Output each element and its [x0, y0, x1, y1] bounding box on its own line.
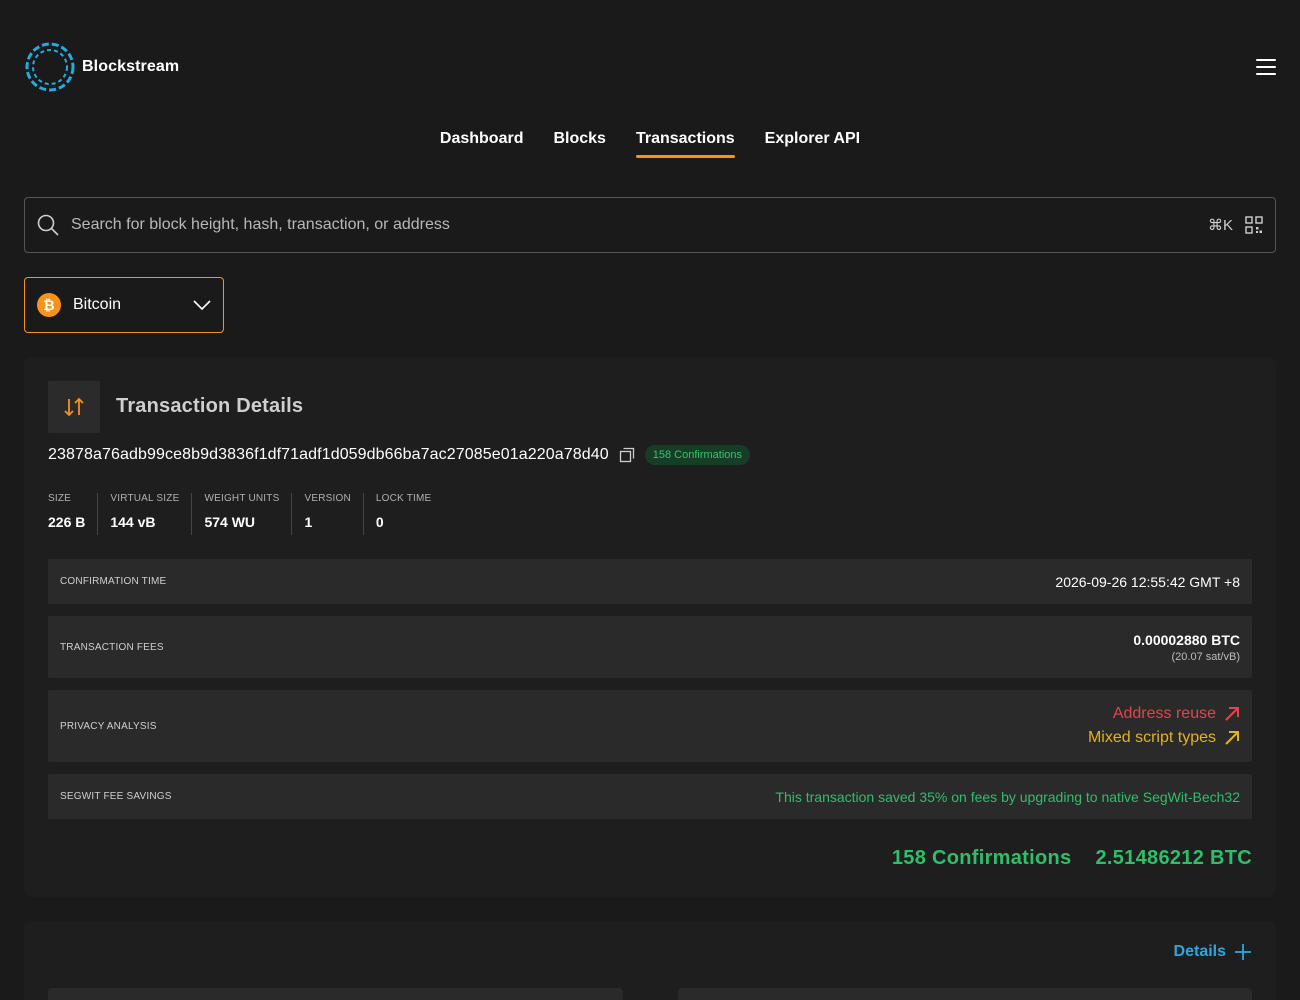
privacy-analysis-items: Address reuse Mixed script types [1088, 705, 1240, 747]
transaction-title: Transaction Details [116, 395, 304, 417]
stat-size: SIZE 226 B [48, 493, 97, 535]
segwit-savings-value: This transaction saved 35% on fees by up… [775, 788, 1240, 805]
keyboard-shortcut: ⌘K [1207, 217, 1233, 234]
stat-label: SIZE [48, 493, 72, 504]
confirmation-time-label: CONFIRMATION TIME [60, 576, 167, 587]
details-label: Details [1173, 943, 1226, 960]
brand-logo[interactable]: Blockstream [24, 41, 179, 93]
stat-value: 144 vB [110, 514, 156, 530]
summary-confirmations: 158 Confirmations [891, 847, 1072, 869]
stat-value: 226 B [48, 514, 86, 530]
stat-label: LOCK TIME [375, 493, 432, 504]
stat-weight-units: WEIGHT UNITS 574 WU [191, 493, 291, 535]
transaction-id: 23878a76adb99ce8b9d3836f1df71adf1d059db6… [48, 446, 609, 463]
stat-label: WEIGHT UNITS [204, 493, 280, 504]
summary-amount: 2.51486212 BTC [1095, 847, 1252, 869]
nav-blocks[interactable]: Blocks [553, 130, 605, 158]
privacy-analysis-row: PRIVACY ANALYSIS Address reuse Mixed scr… [48, 690, 1252, 762]
transaction-stats: SIZE 226 B VIRTUAL SIZE 144 vB WEIGHT UN… [48, 493, 443, 535]
brand-name: Blockstream [82, 58, 180, 75]
transaction-fees-row: TRANSACTION FEES 0.00002880 BTC (20.07 s… [48, 616, 1252, 678]
stat-value: 574 WU [204, 514, 256, 530]
stat-virtual-size: VIRTUAL SIZE 144 vB [97, 493, 191, 535]
stat-label: VIRTUAL SIZE [110, 493, 180, 504]
transaction-fees-label: TRANSACTION FEES [60, 641, 164, 653]
blockstream-logo-icon [25, 42, 75, 92]
inputs-outputs-card: Details [24, 921, 1276, 1000]
main-nav: Dashboard Blocks Transactions Explorer A… [0, 130, 1300, 158]
transfer-arrows-icon [64, 397, 84, 417]
bitcoin-icon: ₿ [37, 293, 61, 317]
transaction-fees-value-group: 0.00002880 BTC (20.07 sat/vB) [1133, 632, 1240, 663]
privacy-item-label: Mixed script types [1087, 729, 1216, 746]
privacy-analysis-label: PRIVACY ANALYSIS [60, 720, 157, 732]
network-select[interactable]: ₿ Bitcoin [24, 277, 224, 333]
plus-icon [1235, 944, 1251, 960]
confirmations-badge: 158 Confirmations [644, 445, 751, 465]
chevron-down-icon [193, 300, 211, 310]
confirmation-time-value: 2026-09-26 12:55:42 GMT +8 [1055, 573, 1240, 590]
transaction-details-card: Transaction Details 23878a76adb99ce8b9d3… [24, 357, 1276, 897]
privacy-item-label: Address reuse [1112, 705, 1216, 722]
stat-version: VERSION 1 [291, 493, 362, 535]
header: Blockstream [24, 41, 1276, 93]
copy-icon[interactable] [619, 447, 635, 463]
inputs-panel [48, 988, 623, 1000]
external-arrow-icon [1225, 731, 1239, 745]
segwit-savings-row: SEGWIT FEE SAVINGS This transaction save… [48, 774, 1252, 819]
segwit-savings-label: SEGWIT FEE SAVINGS [60, 791, 172, 802]
search-icon [37, 214, 59, 236]
search-bar: ⌘K [24, 197, 1276, 253]
confirmation-time-row: CONFIRMATION TIME 2026-09-26 12:55:42 GM… [48, 559, 1252, 604]
transaction-fee-rate: (20.07 sat/vB) [1171, 650, 1240, 663]
transaction-icon-box [48, 381, 100, 433]
external-arrow-icon [1225, 707, 1239, 721]
transaction-fee-amount: 0.00002880 BTC [1133, 631, 1240, 648]
txid-row: 23878a76adb99ce8b9d3836f1df71adf1d059db6… [48, 445, 751, 465]
qr-code-icon[interactable] [1245, 216, 1263, 234]
network-selected-label: Bitcoin [73, 296, 122, 313]
nav-explorer-api[interactable]: Explorer API [765, 130, 860, 158]
stat-value: 0 [375, 514, 384, 530]
search-input[interactable] [71, 216, 1208, 234]
privacy-address-reuse-link[interactable]: Address reuse [1088, 705, 1240, 723]
details-toggle-button[interactable]: Details [1174, 943, 1252, 961]
stat-value: 1 [304, 514, 313, 530]
stat-label: VERSION [304, 493, 351, 504]
hamburger-menu-icon[interactable] [1256, 58, 1276, 76]
transaction-summary: 158 Confirmations 2.51486212 BTC [892, 847, 1252, 870]
stat-lock-time: LOCK TIME 0 [362, 493, 444, 535]
outputs-panel [678, 988, 1252, 1000]
nav-transactions[interactable]: Transactions [635, 130, 735, 158]
privacy-mixed-script-types-link[interactable]: Mixed script types [1088, 729, 1240, 747]
nav-dashboard[interactable]: Dashboard [440, 130, 524, 158]
